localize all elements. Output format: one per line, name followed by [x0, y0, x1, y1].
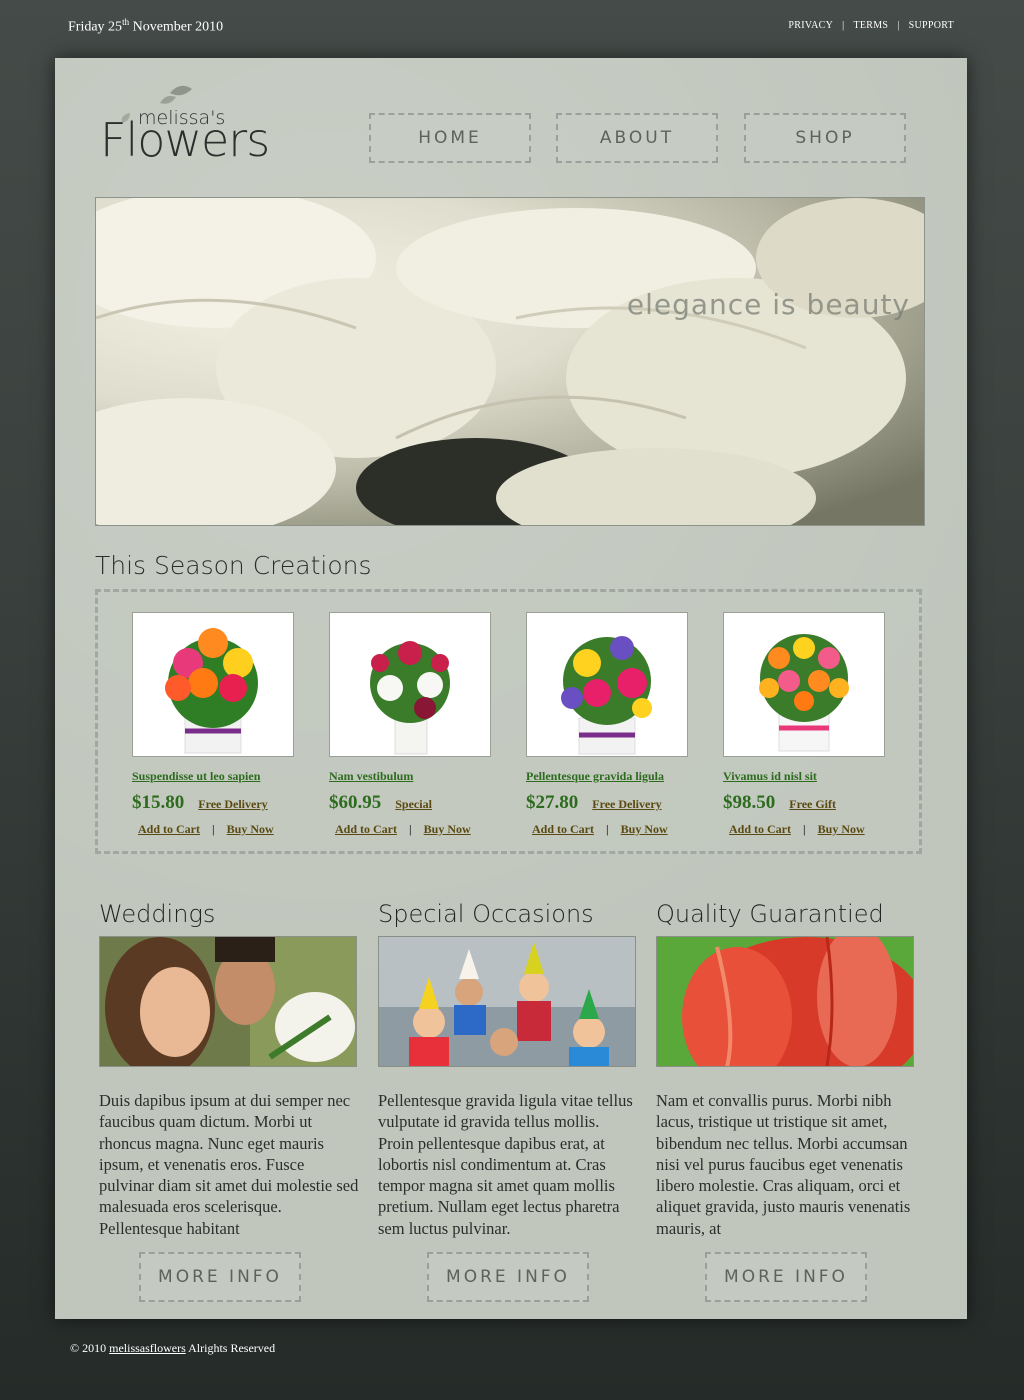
- feature-title: Quality Guarantied: [656, 900, 884, 928]
- more-info-button-quality[interactable]: MORE INFO: [705, 1252, 867, 1302]
- support-link[interactable]: SUPPORT: [909, 20, 954, 31]
- more-info-button-special-occasions[interactable]: MORE INFO: [427, 1252, 589, 1302]
- feature-title: Weddings: [99, 900, 216, 928]
- terms-link[interactable]: TERMS: [853, 20, 888, 31]
- products-box: Suspendisse ut leo sapien $15.80 Free Del…: [95, 589, 922, 854]
- privacy-link[interactable]: PRIVACY: [788, 20, 833, 31]
- feature-special-occasions: Special Occasions Pellentesque gravida l…: [378, 900, 638, 1240]
- logo-text: Flowers: [100, 113, 270, 167]
- nav-about[interactable]: ABOUT: [556, 113, 718, 163]
- buy-now-button[interactable]: Buy Now: [227, 822, 274, 836]
- feature-weddings: Weddings Duis dapibus ipsum at dui sempe…: [99, 900, 359, 1240]
- special-occasions-image[interactable]: [378, 936, 636, 1067]
- feature-text: Pellentesque gravida ligula vitae tellus…: [378, 1091, 633, 1238]
- nav-home[interactable]: HOME: [369, 113, 531, 163]
- product-tag[interactable]: Free Delivery: [198, 797, 267, 812]
- buy-now-button[interactable]: Buy Now: [818, 822, 865, 836]
- current-date: Friday 25th November 2010: [68, 17, 224, 35]
- nav-shop[interactable]: SHOP: [744, 113, 906, 163]
- product-price: $60.95: [329, 792, 382, 813]
- main-panel: melissa's Flowers HOME ABOUT SHOP elegan…: [55, 58, 967, 1319]
- add-to-cart-button[interactable]: Add to Cart: [532, 822, 594, 836]
- product-card: Vivamus id nisl sit $98.50 Free Gift Add …: [723, 612, 893, 837]
- white-roses-image: [96, 198, 924, 525]
- product-tag[interactable]: Free Gift: [789, 797, 836, 812]
- product-price: $27.80: [526, 792, 579, 813]
- product-tag[interactable]: Special: [395, 797, 432, 812]
- product-card: Suspendisse ut leo sapien $15.80 Free Del…: [132, 612, 302, 837]
- product-image[interactable]: [329, 612, 491, 757]
- season-title: This Season Creations: [95, 551, 372, 580]
- weddings-image[interactable]: [99, 936, 357, 1067]
- product-name[interactable]: Pellentesque gravida ligula: [526, 769, 696, 784]
- product-tag[interactable]: Free Delivery: [592, 797, 661, 812]
- buy-now-button[interactable]: Buy Now: [621, 822, 668, 836]
- hero-banner: elegance is beauty: [95, 197, 925, 526]
- add-to-cart-button[interactable]: Add to Cart: [729, 822, 791, 836]
- footer-site-link[interactable]: melissasflowers: [109, 1341, 186, 1355]
- product-name[interactable]: Vivamus id nisl sit: [723, 769, 893, 784]
- add-to-cart-button[interactable]: Add to Cart: [138, 822, 200, 836]
- product-name[interactable]: Nam vestibulum: [329, 769, 499, 784]
- product-price: $98.50: [723, 792, 776, 813]
- product-image[interactable]: [723, 612, 885, 757]
- top-bar: Friday 25th November 2010 PRIVACY | TERMS |…: [0, 0, 1024, 50]
- product-price: $15.80: [132, 792, 185, 813]
- product-card: Nam vestibulum $60.95 Special Add to Cart…: [329, 612, 499, 837]
- feature-title: Special Occasions: [378, 900, 594, 928]
- feature-text: Nam et convallis purus. Morbi nibh lacus…: [656, 1091, 911, 1238]
- site-logo[interactable]: melissa's Flowers: [100, 85, 300, 173]
- add-to-cart-button[interactable]: Add to Cart: [335, 822, 397, 836]
- feature-text: Duis dapibus ipsum at dui semper nec fau…: [99, 1091, 359, 1238]
- feature-quality-guarantied: Quality Guarantied Nam et convallis puru…: [656, 900, 916, 1240]
- product-image[interactable]: [526, 612, 688, 757]
- buy-now-button[interactable]: Buy Now: [424, 822, 471, 836]
- product-card: Pellentesque gravida ligula $27.80 Free D…: [526, 612, 696, 837]
- product-name[interactable]: Suspendisse ut leo sapien: [132, 769, 302, 784]
- footer: © 2010 melissasflowers Alrights Reserved: [70, 1341, 276, 1355]
- top-links: PRIVACY | TERMS | SUPPORT: [788, 20, 954, 31]
- hero-tagline: elegance is beauty: [626, 288, 910, 321]
- product-image[interactable]: [132, 612, 294, 757]
- more-info-button-weddings[interactable]: MORE INFO: [139, 1252, 301, 1302]
- quality-tulip-image[interactable]: [656, 936, 914, 1067]
